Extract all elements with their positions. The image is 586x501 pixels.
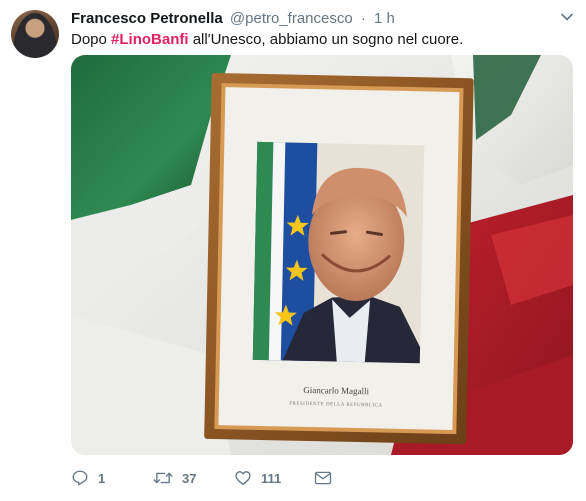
tweet[interactable]: Francesco Petronella @petro_francesco · … xyxy=(0,0,586,501)
author-name[interactable]: Francesco Petronella xyxy=(71,10,223,27)
hashtag-link[interactable]: #LinoBanfi xyxy=(111,31,189,48)
chevron-down-icon[interactable] xyxy=(560,10,574,24)
tweet-text-after: all'Unesco, abbiamo un sogno nel cuore. xyxy=(188,31,464,48)
framed-portrait-image: Giancarlo Magalli PRESIDENTE DELLA REPUB… xyxy=(71,55,573,455)
portrait-caption-name: Giancarlo Magalli xyxy=(303,385,369,396)
separator-dot: · xyxy=(360,10,366,27)
tweet-header: Francesco Petronella @petro_francesco · … xyxy=(71,9,395,29)
tweet-photo[interactable]: Giancarlo Magalli PRESIDENTE DELLA REPUB… xyxy=(71,55,573,455)
tweet-text: Dopo #LinoBanfi all'Unesco, abbiamo un s… xyxy=(71,30,463,50)
tweet-text-before: Dopo xyxy=(71,31,112,48)
like-count: 111 xyxy=(261,470,282,486)
author-handle[interactable]: @petro_francesco xyxy=(230,10,353,27)
heart-icon xyxy=(235,471,251,486)
retweet-button[interactable]: 37 xyxy=(153,467,196,489)
like-button[interactable]: 111 xyxy=(234,467,281,489)
reply-button[interactable]: 1 xyxy=(71,467,105,489)
retweet-icon xyxy=(153,472,173,484)
retweet-count: 37 xyxy=(182,470,197,486)
reply-count: 1 xyxy=(98,470,106,486)
tweet-timestamp[interactable]: 1 h xyxy=(374,10,395,27)
direct-message-button[interactable] xyxy=(314,467,332,489)
envelope-icon xyxy=(314,471,332,485)
avatar[interactable] xyxy=(11,10,59,58)
tweet-actions: 1 37 111 xyxy=(71,467,371,489)
reply-icon xyxy=(72,470,88,486)
